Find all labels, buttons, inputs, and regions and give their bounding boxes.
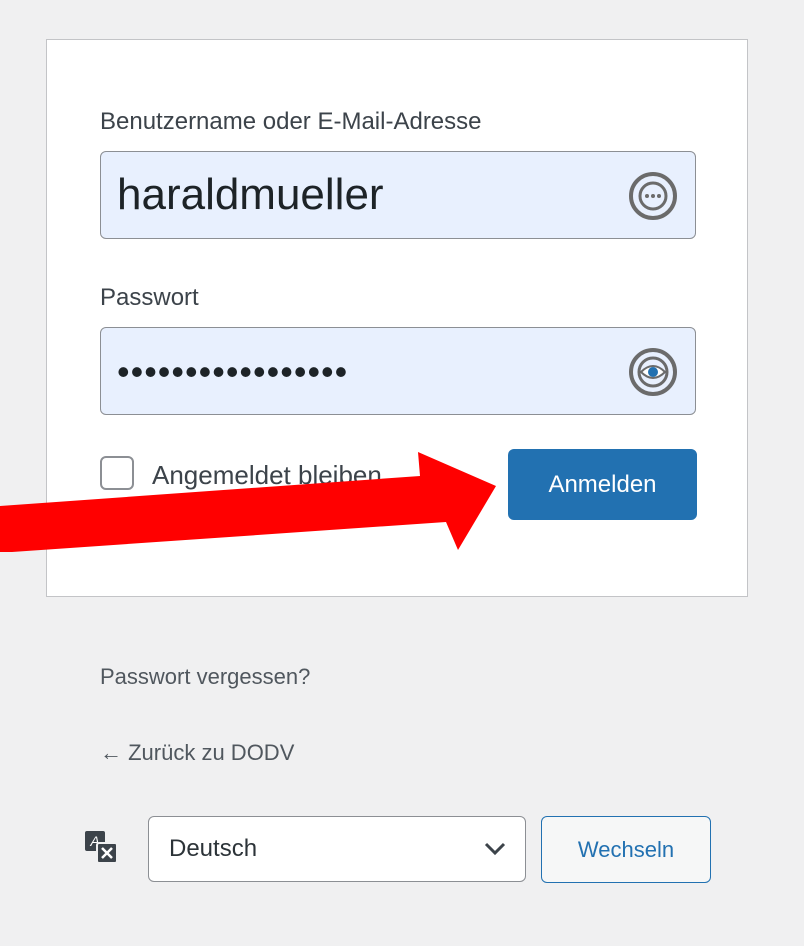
chevron-down-icon	[484, 842, 506, 856]
username-field[interactable]: haraldmueller	[100, 151, 696, 239]
switch-language-button[interactable]: Wechseln	[541, 816, 711, 883]
password-label: Passwort	[100, 284, 199, 311]
show-password-eye-icon[interactable]	[627, 346, 679, 398]
language-select[interactable]: Deutsch	[148, 816, 526, 882]
translate-icon: A	[85, 831, 118, 864]
language-selected-value: Deutsch	[169, 835, 258, 862]
annotation-arrow	[0, 452, 496, 552]
lost-password-link[interactable]: Passwort vergessen?	[100, 664, 310, 690]
login-button[interactable]: Anmelden	[508, 449, 697, 520]
username-label: Benutzername oder E-Mail-Adresse	[100, 108, 482, 135]
back-to-site-link[interactable]: ← Zurück zu DODV	[100, 740, 294, 766]
username-value: haraldmueller	[117, 170, 384, 219]
password-masked-value: •••••••••••••••••	[117, 351, 349, 392]
password-field[interactable]: •••••••••••••••••	[100, 327, 696, 415]
password-manager-icon[interactable]	[627, 170, 679, 222]
